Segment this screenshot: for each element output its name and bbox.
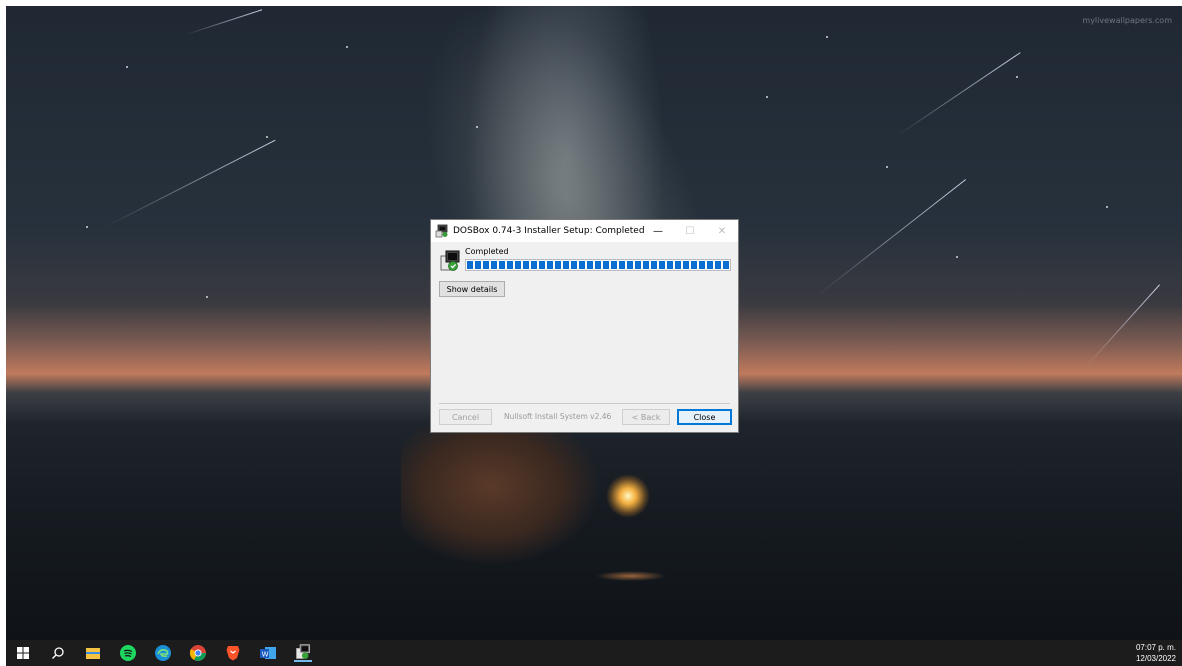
sparkler bbox=[606, 474, 650, 518]
word-icon: W bbox=[260, 647, 276, 659]
meteor bbox=[895, 52, 1021, 137]
star bbox=[86, 226, 88, 228]
cancel-button[interactable]: Cancel bbox=[439, 409, 492, 425]
window-title: DOSBox 0.74-3 Installer Setup: Completed bbox=[453, 226, 645, 236]
star bbox=[1016, 76, 1018, 78]
system-clock[interactable]: 07:07 p. m. 12/03/2022 bbox=[1136, 642, 1176, 664]
star bbox=[886, 166, 888, 168]
clock-time: 07:07 p. m. bbox=[1135, 643, 1176, 652]
search-icon bbox=[52, 647, 64, 659]
meteor bbox=[1085, 284, 1160, 367]
star bbox=[1106, 206, 1108, 208]
star bbox=[266, 136, 268, 138]
nsis-brand-label: Nullsoft Install System v2.46 bbox=[504, 412, 612, 421]
back-button[interactable]: < Back bbox=[622, 409, 670, 425]
footer-divider bbox=[439, 403, 730, 404]
brave-button[interactable] bbox=[224, 644, 242, 662]
progress-fill bbox=[467, 261, 729, 269]
star bbox=[826, 36, 828, 38]
star bbox=[126, 66, 128, 68]
dosbox-installer-taskbar-button[interactable] bbox=[294, 644, 312, 662]
dosbox-installer-icon bbox=[296, 644, 310, 659]
word-button[interactable]: W bbox=[259, 644, 277, 662]
file-explorer-icon bbox=[86, 648, 100, 659]
installer-window[interactable]: DOSBox 0.74-3 Installer Setup: Completed… bbox=[430, 219, 739, 433]
show-details-button[interactable]: Show details bbox=[439, 281, 505, 297]
spotify-button[interactable] bbox=[119, 644, 137, 662]
maximize-icon: ☐ bbox=[685, 225, 695, 237]
svg-text:W: W bbox=[262, 651, 269, 659]
star bbox=[956, 256, 958, 258]
file-explorer-button[interactable] bbox=[84, 644, 102, 662]
water-reflection bbox=[596, 571, 666, 581]
star bbox=[766, 96, 768, 98]
status-label: Completed bbox=[465, 247, 509, 256]
meteor bbox=[815, 179, 967, 297]
chrome-button[interactable] bbox=[189, 644, 207, 662]
star bbox=[206, 296, 208, 298]
minimize-button[interactable]: — bbox=[642, 220, 674, 242]
meteor bbox=[105, 139, 276, 227]
installer-app-icon bbox=[435, 224, 448, 238]
close-icon: ✕ bbox=[717, 225, 727, 237]
taskbar: W 07:07 p. m. 12/03/2022 bbox=[6, 640, 1182, 666]
wallpaper-watermark: mylivewallpapers.com bbox=[1082, 16, 1172, 25]
installer-status-icon bbox=[440, 250, 460, 271]
star bbox=[346, 46, 348, 48]
maximize-button[interactable]: ☐ bbox=[674, 220, 706, 242]
title-bar[interactable]: DOSBox 0.74-3 Installer Setup: Completed… bbox=[431, 220, 738, 242]
search-button[interactable] bbox=[49, 644, 67, 662]
clock-date: 12/03/2022 bbox=[1135, 654, 1176, 663]
windows-start-icon bbox=[17, 647, 29, 659]
edge-icon bbox=[155, 645, 171, 661]
progress-bar bbox=[465, 259, 731, 271]
meteor bbox=[185, 9, 263, 35]
brave-icon bbox=[226, 646, 240, 661]
star bbox=[476, 126, 478, 128]
minimize-icon: — bbox=[653, 225, 663, 237]
start-button[interactable] bbox=[14, 644, 32, 662]
close-button[interactable]: Close bbox=[677, 409, 732, 425]
edge-button[interactable] bbox=[154, 644, 172, 662]
chrome-icon bbox=[190, 645, 206, 661]
close-window-button[interactable]: ✕ bbox=[706, 220, 738, 242]
spotify-icon bbox=[120, 645, 136, 661]
